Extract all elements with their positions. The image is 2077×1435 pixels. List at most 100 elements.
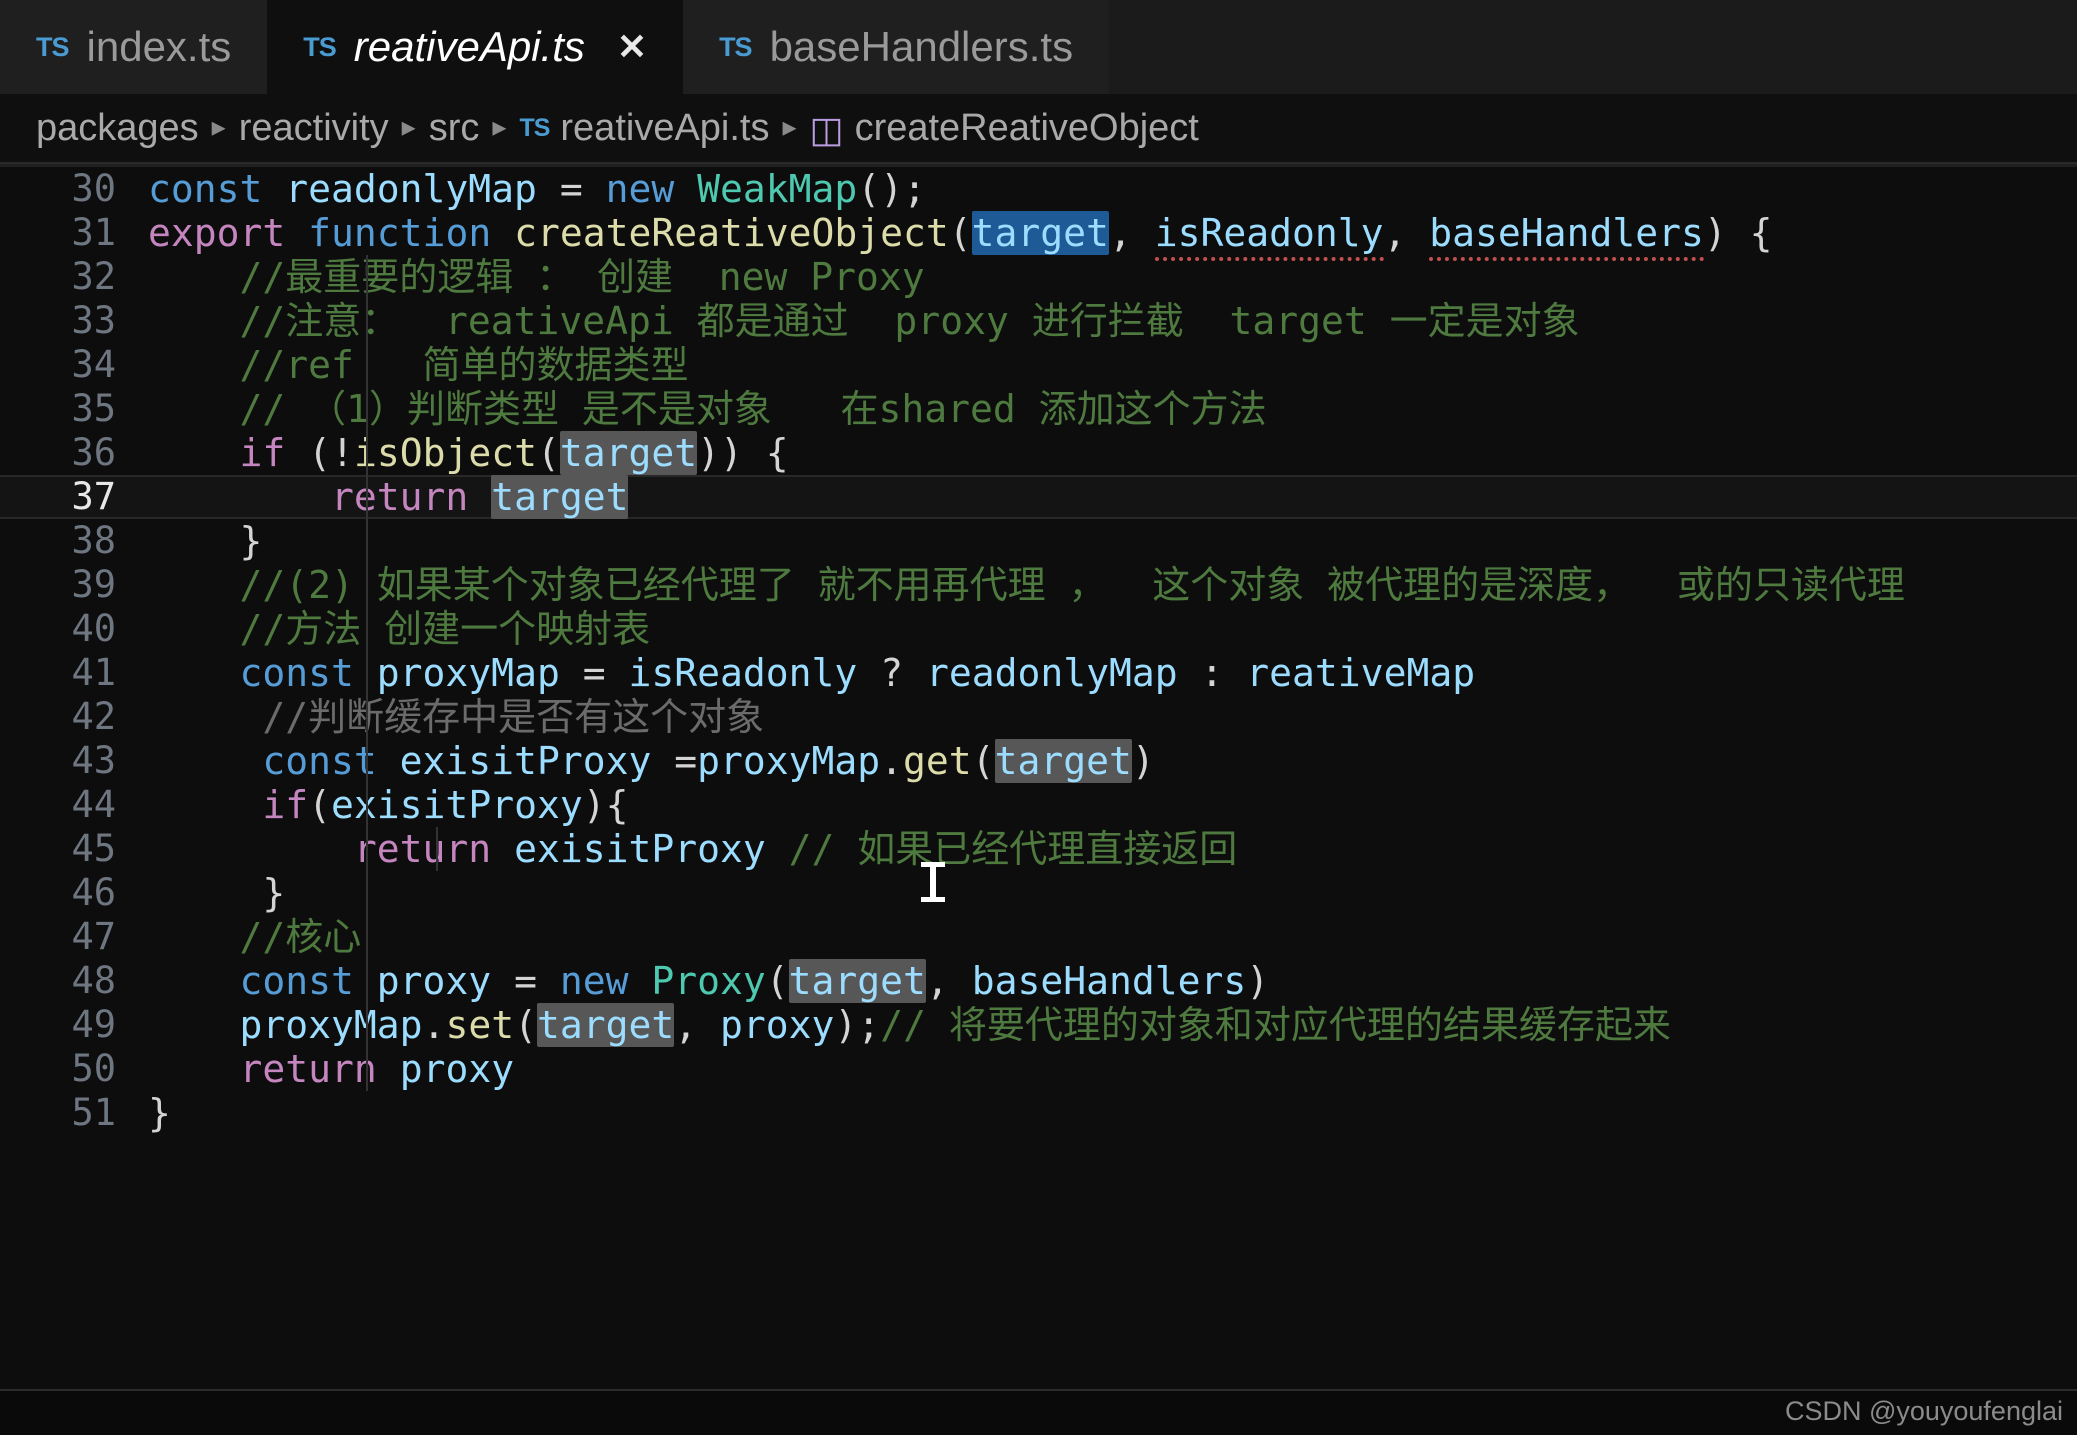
code-line-content: const proxyMap = isReadonly ? readonlyMa… [239,651,1476,695]
code-line[interactable]: 33 //注意： reativeApi 都是通过 proxy 进行拦截 targ… [0,299,2077,343]
line-number: 35 [71,387,116,430]
line-number: 47 [71,915,116,958]
code-line-content: } [148,1091,171,1135]
code-line[interactable]: 34 //ref 简单的数据类型 [0,343,2077,387]
highlighted-token: target [788,959,926,1003]
line-number: 40 [71,607,116,650]
breadcrumb-item-reactivity[interactable]: reactivity [239,107,389,150]
code-line-content: const exisitProxy =proxyMap.get(target) [262,739,1155,783]
code-line-content: if(exisitProxy){ [262,783,629,827]
code-line[interactable]: 36 if (!isObject(target)) { [0,431,2077,475]
line-number: 42 [71,695,116,738]
code-line[interactable]: 45 return exisitProxy // 如果已经代理直接返回 [0,827,2077,871]
tab-label: reativeApi.ts [353,23,585,70]
line-number: 36 [71,431,116,474]
code-line-content: const readonlyMap = new WeakMap(); [148,167,926,211]
typescript-file-icon: TS [719,31,753,62]
code-line[interactable]: 39 //(2) 如果某个对象已经代理了 就不用再代理 ， 这个对象 被代理的是… [0,563,2077,607]
line-number: 30 [71,167,116,210]
code-line-content: } [148,871,2077,915]
breadcrumb: packages ▸ reactivity ▸ src ▸ TS reative… [0,94,2077,164]
editor-tab-bar: TS index.ts TS reativeApi.ts ✕ TS baseHa… [0,0,2077,94]
tab-bar-empty-area [1109,0,2077,94]
line-number: 51 [71,1091,116,1134]
typescript-file-icon: TS [36,31,70,62]
code-line-content: //ref 简单的数据类型 [148,343,689,387]
line-number: 39 [71,563,116,606]
code-line-content: //核心 [148,915,2077,959]
code-line[interactable]: 42 //判断缓存中是否有这个对象 [0,695,2077,739]
breadcrumb-item-file[interactable]: reativeApi.ts [560,107,769,150]
tab-index-ts[interactable]: TS index.ts [0,0,268,94]
code-line[interactable]: 35 // （1）判断类型 是不是对象 在shared 添加这个方法 [0,387,2077,431]
tab-label: baseHandlers.ts [769,23,1074,70]
code-line-content: return target [331,475,629,519]
tab-basehandlers-ts[interactable]: TS baseHandlers.ts [683,0,1110,94]
line-number: 50 [71,1047,116,1090]
line-number: 45 [71,827,116,870]
line-number: 49 [71,1003,116,1046]
code-line-content: proxyMap.set(target, proxy);// 将要代理的对象和对… [239,1003,1671,1047]
highlighted-token: target [559,431,698,475]
code-line-content: //方法 创建一个映射表 [148,607,651,651]
line-number: 46 [71,871,116,914]
editor-bottom-edge [0,1389,2077,1435]
line-number: 41 [71,651,116,694]
code-line-content: export function createReativeObject(targ… [148,211,2077,261]
line-number: 31 [71,211,116,254]
line-number: 32 [71,255,116,298]
code-line[interactable]: 44 if(exisitProxy){ [0,783,2077,827]
text-cursor-pointer [921,862,945,902]
typescript-file-icon: TS [519,113,550,142]
line-number: 38 [71,519,116,562]
line-number: 34 [71,343,116,386]
line-number: 44 [71,783,116,826]
chevron-right-icon: ▸ [492,110,507,142]
breadcrumb-item-packages[interactable]: packages [36,107,199,150]
tab-label: index.ts [86,23,232,70]
code-line[interactable]: 48 const proxy = new Proxy(target, baseH… [0,959,2077,1003]
code-line-active[interactable]: 37 return target [0,475,2077,519]
code-line-content: if (!isObject(target)) { [239,431,789,475]
chevron-right-icon: ▸ [211,110,226,142]
code-line[interactable]: 43 const exisitProxy =proxyMap.get(targe… [0,739,2077,783]
typescript-file-icon: TS [303,31,337,62]
breadcrumb-item-symbol[interactable]: createReativeObject [855,107,1199,150]
symbol-cube-icon: ◫ [809,109,844,150]
highlighted-token: target [536,1003,675,1047]
code-line-content: //判断缓存中是否有这个对象 [148,695,765,739]
code-line[interactable]: 50 return proxy [0,1047,2077,1091]
highlighted-token: target [491,475,629,519]
highlighted-token: target [994,739,1132,783]
line-number: 43 [71,739,116,782]
code-line[interactable]: 47 //核心 [0,915,2077,959]
watermark-label: CSDN @youyoufenglai [1784,1396,2063,1426]
code-line-content: // （1）判断类型 是不是对象 在shared 添加这个方法 [148,387,1267,431]
close-icon[interactable]: ✕ [617,29,647,65]
code-line[interactable]: 40 //方法 创建一个映射表 [0,607,2077,651]
code-line-content: //注意： reativeApi 都是通过 proxy 进行拦截 target … [148,299,1580,343]
code-line[interactable]: 32 //最重要的逻辑 ： 创建 new Proxy [0,255,2077,299]
line-number: 48 [71,959,116,1002]
code-line[interactable]: 41 const proxyMap = isReadonly ? readonl… [0,651,2077,695]
code-line-content: } [148,519,2077,563]
code-line-content: const proxy = new Proxy(target, baseHand… [239,959,1270,1003]
code-line[interactable]: 46 } [0,871,2077,915]
line-number: 37 [71,475,116,518]
code-line-content: return exisitProxy // 如果已经代理直接返回 [353,827,1238,871]
chevron-right-icon: ▸ [401,110,416,142]
code-line[interactable]: 31 export function createReativeObject(t… [0,211,2077,261]
selected-token: target [971,211,1109,255]
code-line[interactable]: 49 proxyMap.set(target, proxy);// 将要代理的对… [0,1003,2077,1047]
code-editor[interactable]: 30 const readonlyMap = new WeakMap(); 31… [0,164,2077,1435]
chevron-right-icon: ▸ [782,110,797,142]
breadcrumb-item-src[interactable]: src [429,107,480,150]
code-line-content: return proxy [239,1047,515,1091]
code-line[interactable]: 38 } [0,519,2077,563]
code-line-content: //最重要的逻辑 ： 创建 new Proxy [148,255,925,299]
code-line-content: //(2) 如果某个对象已经代理了 就不用再代理 ， 这个对象 被代理的是深度，… [148,563,1905,607]
code-line[interactable]: 30 const readonlyMap = new WeakMap(); [0,167,2077,211]
line-number: 33 [71,299,116,342]
tab-reativeapi-ts[interactable]: TS reativeApi.ts ✕ [267,0,684,94]
code-line[interactable]: 51 } [0,1091,2077,1135]
